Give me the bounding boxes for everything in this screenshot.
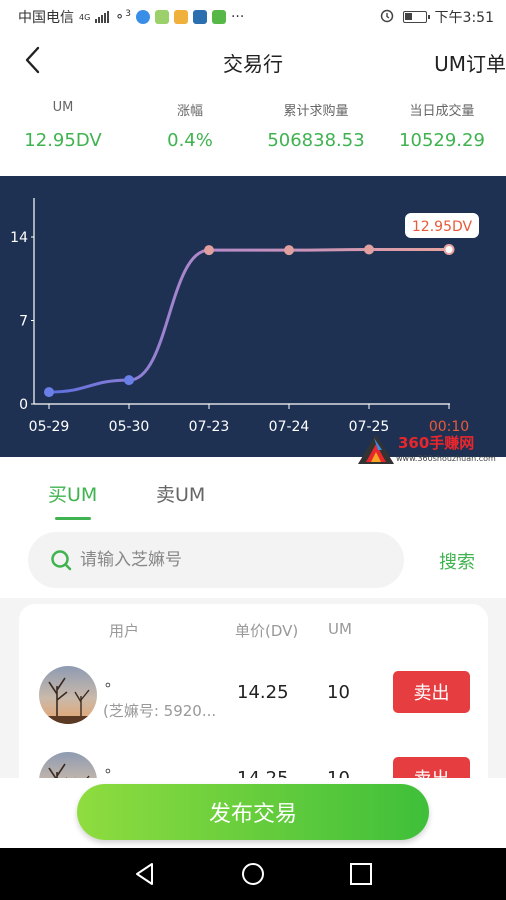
y-tick-label: 14: [10, 230, 28, 246]
stat-label: 累计求购量: [283, 104, 349, 119]
game-notification-icon: [192, 10, 207, 24]
sell-button[interactable]: 卖出: [393, 757, 470, 778]
data-point: [204, 245, 214, 256]
avatar: [39, 752, 97, 778]
user-name: 。: [105, 672, 121, 690]
user-id: (芝嫲号: 5920...: [103, 702, 217, 720]
unit-price: 14.25: [237, 682, 289, 703]
x-tick-label: 07-24: [269, 419, 310, 435]
stat-change: 涨幅 0.4%: [125, 100, 255, 151]
watermark-title: 360手赚网: [398, 434, 475, 452]
market-stats: UM 12.95DV 涨幅 0.4% 累计求购量 506838.53 当日成交量…: [0, 100, 506, 170]
more-notifications: ···: [230, 9, 245, 25]
table-row: 。 (芝嫲号: 5920... 14.25 10 卖出: [19, 666, 488, 756]
tooltip-label: 12.95DV: [412, 219, 473, 235]
order-list: 用户 单价(DV) UM 。 (芝嫲号: 5920... 14.25 10 卖出: [19, 604, 488, 778]
data-point: [44, 387, 54, 398]
app2-notification-icon: [211, 10, 226, 24]
data-point: [443, 244, 455, 256]
avatar: [39, 666, 97, 724]
um-orders-link[interactable]: UM订单: [434, 48, 506, 77]
stat-label: 涨幅: [176, 104, 203, 119]
carrier-label: 中国电信: [18, 10, 74, 26]
alarm-icon: [379, 7, 395, 27]
col-header-price: 单价(DV): [235, 622, 299, 640]
app-notification-icon: [135, 10, 150, 24]
system-nav-bar: [0, 848, 506, 900]
clock: 下午3:51: [434, 10, 494, 26]
signal-icon: [95, 11, 110, 23]
y-tick-label: 0: [19, 397, 28, 413]
app-header: 交易行 UM订单: [0, 34, 506, 88]
search-button[interactable]: 搜索: [439, 548, 475, 574]
user-name: 。: [105, 758, 121, 776]
page-title: 交易行: [223, 52, 283, 76]
wifi-badge: 3: [125, 9, 131, 19]
tab-buy-um[interactable]: 买UM: [48, 480, 97, 507]
data-point: [124, 375, 134, 386]
search-bar: [28, 532, 404, 588]
stat-value: 0.4%: [167, 130, 213, 151]
network-type: 4G: [79, 12, 91, 22]
video-notification-icon: [173, 10, 188, 24]
stat-value: 10529.29: [399, 130, 485, 151]
x-tick-label: 07-23: [189, 419, 230, 435]
publish-area: 发布交易: [0, 778, 506, 848]
price-series-line: [48, 248, 449, 394]
nav-back-icon[interactable]: [132, 861, 158, 887]
table-row: 。 14.25 10 卖出: [19, 752, 488, 778]
nav-home-icon[interactable]: [240, 861, 266, 887]
price-line-chart: 071405-29 05-30 07-23 07-24 07-25 00:1012.95D…: [10, 198, 479, 435]
stat-daily-volume: 当日成交量 10529.29: [377, 100, 506, 151]
trade-tabs: 买UM 卖UM: [0, 458, 506, 528]
x-tick-label: 05-29: [29, 419, 70, 435]
publish-trade-button[interactable]: 发布交易: [77, 784, 429, 840]
stat-total-buy: 累计求购量 506838.53: [251, 100, 381, 151]
quantity: 10: [327, 682, 350, 703]
active-tab-indicator: [55, 517, 91, 520]
status-bar: 中国电信 4G ⚬ 3 ··· 下午3:51: [0, 0, 506, 34]
search-icon: [51, 550, 72, 571]
tab-sell-um[interactable]: 卖UM: [156, 480, 205, 507]
stat-label: UM: [52, 100, 74, 115]
sell-button[interactable]: 卖出: [393, 671, 470, 713]
nav-recents-icon[interactable]: [348, 861, 374, 887]
search-input[interactable]: [80, 550, 360, 570]
price-chart: 0 7 14 05-29 05-30 07-23 07-24 07-25 00:10 12.95D…: [0, 176, 506, 457]
x-tick-label: 05-30: [109, 419, 150, 435]
data-point: [364, 244, 374, 255]
stat-value: 506838.53: [267, 130, 365, 151]
gallery-notification-icon: [154, 10, 169, 24]
stat-value: 12.95DV: [24, 130, 102, 151]
quantity: 10: [327, 768, 350, 778]
battery-icon: [402, 11, 430, 23]
data-point: [284, 245, 294, 256]
wifi-icon: ⚬: [114, 9, 126, 25]
stat-label: 当日成交量: [409, 104, 475, 119]
col-header-user: 用户: [109, 622, 140, 640]
stat-um-price: UM 12.95DV: [0, 100, 128, 151]
y-tick-label: 7: [19, 314, 28, 330]
unit-price: 14.25: [237, 768, 289, 778]
col-header-qty: UM: [328, 620, 352, 638]
